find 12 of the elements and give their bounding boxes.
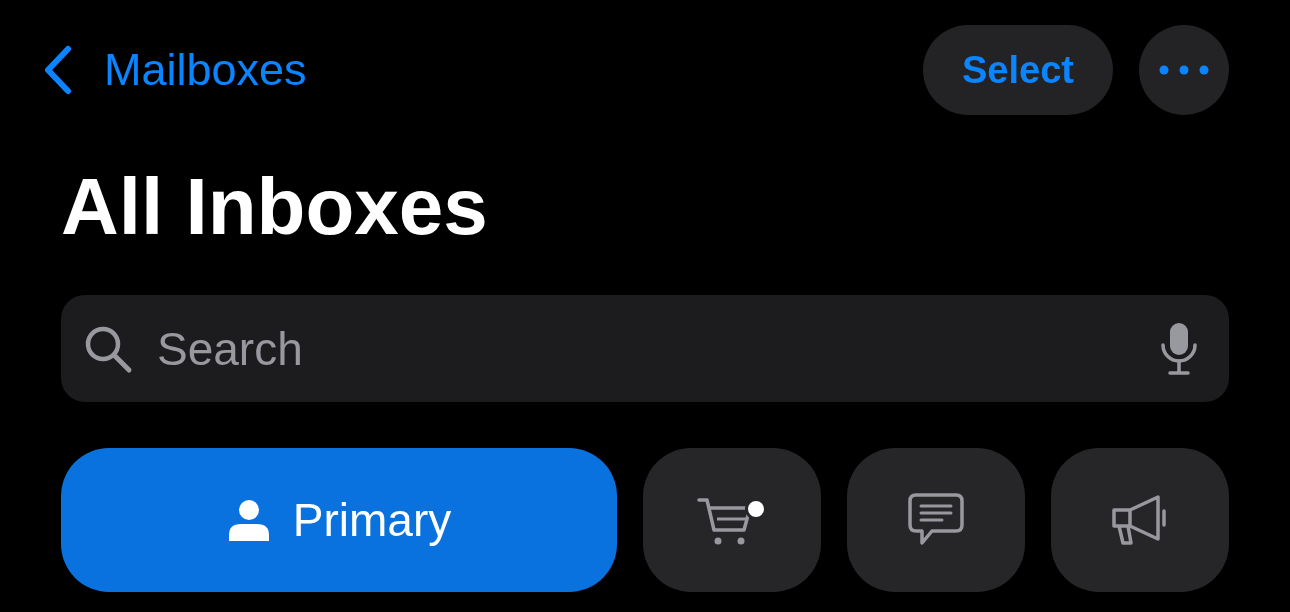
category-tab[interactable] — [1051, 448, 1229, 592]
microphone-icon[interactable] — [1159, 320, 1199, 377]
page-title: All Inboxes — [61, 162, 489, 253]
category-tab[interactable] — [847, 448, 1025, 592]
primary-tab[interactable]: Primary — [61, 448, 617, 592]
category-tab[interactable] — [643, 448, 821, 592]
select-button[interactable]: Select — [923, 25, 1113, 115]
search-input[interactable]: Search — [155, 320, 1137, 377]
more-icon — [1159, 65, 1209, 75]
search-field[interactable]: Search — [61, 295, 1229, 402]
back-button[interactable]: Mailboxes — [40, 44, 307, 96]
person-icon — [226, 499, 271, 541]
